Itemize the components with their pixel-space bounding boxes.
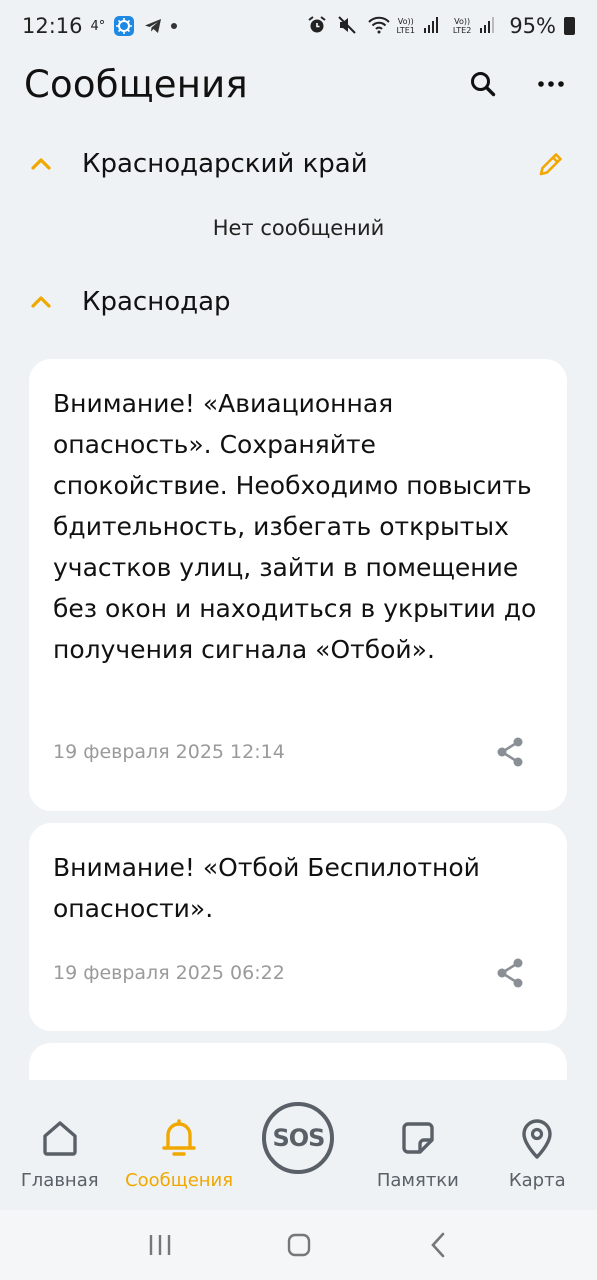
section-city-header[interactable]: Краснодар: [0, 277, 597, 327]
battery-icon: [564, 17, 575, 35]
battery-percent: 95%: [509, 14, 556, 38]
search-button[interactable]: [461, 62, 505, 106]
status-left: 12:16 4°: [22, 14, 178, 38]
mute-icon: [337, 15, 359, 37]
back-chevron-icon: [430, 1232, 444, 1258]
message-card[interactable]: Внимание! «Авиационная опасность». Сохра…: [29, 359, 567, 811]
status-right: Vo)) LTE1 Vo)) LTE2 95%: [307, 14, 575, 38]
map-pin-icon: [515, 1116, 559, 1160]
weather-app-icon: [113, 15, 135, 37]
message-footer: 19 февраля 2025 12:14: [53, 735, 527, 769]
sos-button[interactable]: SOS: [262, 1102, 335, 1174]
recent-apps-button[interactable]: [140, 1225, 180, 1265]
section-region-title: Краснодарский край: [82, 149, 368, 179]
volte-label-2: Vo)): [454, 17, 471, 26]
page-title: Сообщения: [24, 62, 248, 106]
nav-map-label: Карта: [508, 1170, 566, 1191]
nav-home[interactable]: Главная: [0, 1100, 119, 1191]
edit-regions-button[interactable]: [529, 142, 573, 186]
message-text: Внимание! «Отбой Беспилотной опасности».: [53, 853, 480, 923]
signal-2-icon: [479, 15, 501, 37]
back-button[interactable]: [418, 1225, 458, 1265]
share-icon: [497, 958, 523, 988]
home-icon: [38, 1116, 82, 1160]
home-system-button[interactable]: [279, 1225, 319, 1265]
nav-messages-label: Сообщения: [125, 1170, 234, 1191]
sim1-label: LTE1: [396, 26, 415, 35]
telegram-icon: [143, 16, 163, 36]
nav-memos-label: Памятки: [376, 1170, 459, 1191]
home-square-icon: [287, 1233, 310, 1257]
nav-sos[interactable]: SOS: [239, 1100, 358, 1174]
alarm-icon: [307, 15, 329, 37]
nav-memos[interactable]: Памятки: [358, 1100, 477, 1191]
volte-sim2-label: Vo)) LTE2: [453, 17, 471, 35]
system-navigation-bar: [0, 1210, 597, 1280]
sim2-label: LTE2: [452, 26, 472, 35]
wifi-icon: [367, 15, 390, 37]
status-time: 12:16: [22, 14, 83, 38]
message-footer: 19 февраля 2025 06:22: [53, 956, 527, 990]
recent-apps-icon: [149, 1235, 170, 1255]
more-icon: [538, 81, 564, 87]
signal-1-icon: [423, 15, 445, 37]
message-card[interactable]: Внимание! «Отбой Беспилотной опасности».…: [29, 823, 567, 1031]
status-temperature: 4°: [90, 18, 106, 34]
section-region-header[interactable]: Краснодарский край: [0, 139, 597, 189]
share-button[interactable]: [493, 956, 527, 990]
bell-icon: [157, 1116, 201, 1160]
search-icon: [471, 72, 496, 97]
volte-sim1-label: Vo)) LTE1: [397, 17, 415, 35]
chevron-up-icon[interactable]: [28, 289, 54, 315]
section-city-title: Краснодар: [82, 287, 231, 317]
nav-home-label: Главная: [20, 1170, 99, 1191]
message-date: 19 февраля 2025 06:22: [53, 962, 285, 984]
nav-map[interactable]: Карта: [478, 1100, 597, 1191]
chevron-up-icon[interactable]: [28, 151, 54, 177]
app-header: Сообщения: [0, 56, 597, 112]
bottom-navigation: Главная Сообщения SOS Памятки Карта: [0, 1080, 597, 1210]
message-date: 19 февраля 2025 12:14: [53, 741, 285, 763]
notification-dot-icon: [171, 23, 178, 29]
pencil-icon: [539, 153, 562, 176]
volte-label-1: Vo)): [397, 17, 414, 26]
more-options-button[interactable]: [529, 62, 573, 106]
share-button[interactable]: [493, 735, 527, 769]
status-bar: 12:16 4° Vo)) LTE1 Vo)) LTE2 95%: [0, 0, 597, 52]
empty-messages-text: Нет сообщений: [212, 216, 385, 240]
share-icon: [497, 737, 523, 767]
message-text: Внимание! «Авиационная опасность». Сохра…: [53, 389, 537, 664]
note-icon: [396, 1116, 440, 1160]
nav-messages[interactable]: Сообщения: [120, 1100, 239, 1191]
